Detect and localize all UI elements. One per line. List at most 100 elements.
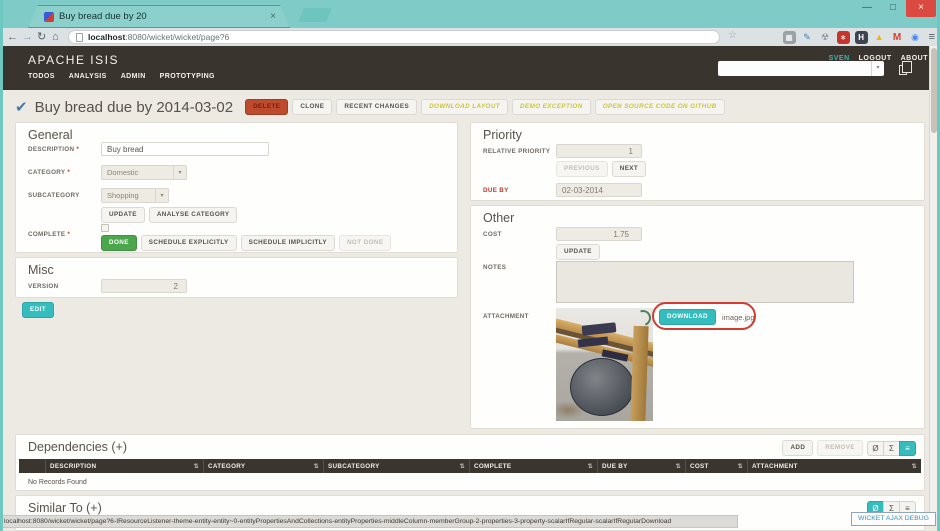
browser-menu-icon[interactable]: ≡ [929,31,935,43]
minimize-button[interactable]: — [854,0,880,17]
favicon-icon [44,12,54,22]
subcategory-select[interactable]: Shopping ▾ [101,188,169,203]
home-icon[interactable]: ⌂ [52,30,59,44]
description-label: DESCRIPTION* [28,146,79,153]
dependencies-toolbar: ADD REMOVE Ø Σ ≡ [782,440,916,456]
attachment-download-row: DOWNLOAD image.jpg [659,309,755,325]
misc-card: Misc VERSION [15,257,458,298]
table-view-icon[interactable]: ≡ [899,441,916,456]
description-field[interactable] [101,142,269,156]
url-bar[interactable]: localhost:8080/wicket/wicket/page?6 [68,30,720,44]
complete-label: COMPLETE* [28,231,70,238]
chevron-down-icon: ▾ [871,61,884,76]
subcategory-label: SUBCATEGORY [28,192,80,199]
main-menu: TODOS ANALYSIS ADMIN PROTOTYPING [28,73,215,80]
page-title: Buy bread due by 2014-03-02 [35,99,233,116]
back-icon[interactable]: ← [7,30,18,44]
previous-button: PREVIOUS [556,161,608,177]
github-source-button[interactable]: OPEN SOURCE CODE ON GITHUB [595,99,725,115]
next-button[interactable]: NEXT [612,161,646,177]
not-done-button: NOT DONE [339,235,391,251]
column-description[interactable]: DESCRIPTION⇅ [45,459,203,473]
edit-button[interactable]: EDIT [22,302,54,318]
menu-todos[interactable]: TODOS [28,73,55,80]
extensions-row: ▦ ✎ ☢ ∗ H ▲ M ◉ ≡ [783,30,935,44]
extension-h-icon[interactable]: H [855,31,868,44]
url-path: :8080/wicket/wicket/page?6 [125,32,229,42]
column-attachment[interactable]: ATTACHMENT⇅ [747,459,921,473]
category-select[interactable]: Domestic ▾ [101,165,187,180]
update-cost-button[interactable]: UPDATE [556,244,600,260]
update-category-button[interactable]: UPDATE [101,207,145,223]
dependencies-card: Dependencies (+) ADD REMOVE Ø Σ ≡ DESCRI… [15,434,925,491]
dependencies-title: Dependencies (+) [28,440,127,454]
column-subcategory[interactable]: SUBCATEGORY⇅ [323,459,469,473]
due-by-label: DUE BY [483,187,509,194]
other-title: Other [483,211,514,225]
sort-icon: ⇅ [585,463,593,470]
notes-textarea[interactable] [556,261,854,303]
scrollbar[interactable] [929,46,937,515]
priority-card: Priority RELATIVE PRIORITY PREVIOUS NEXT… [470,122,925,201]
view-toggle-group: Ø Σ ≡ [867,441,916,456]
extension-grid-icon[interactable]: ▦ [783,31,796,44]
schedule-implicitly-button[interactable]: SCHEDULE IMPLICITLY [241,235,335,251]
attachment-label: ATTACHMENT [483,313,529,320]
column-cost[interactable]: COST⇅ [685,459,747,473]
analyse-category-button[interactable]: ANALYSE CATEGORY [149,207,238,223]
attachment-filename: image.jpg [722,313,755,322]
browser-titlebar: Buy bread due by 20 × — □ × [0,0,940,28]
priority-title: Priority [483,128,522,142]
done-button[interactable]: DONE [101,235,137,251]
new-tab-button[interactable] [298,8,332,22]
download-layout-button[interactable]: DOWNLOAD LAYOUT [421,99,508,115]
extension-cast-icon[interactable]: ◉ [909,31,922,44]
sort-icon: ⇅ [311,463,319,470]
copy-icon[interactable] [899,65,907,75]
bookmark-star-icon[interactable]: ☆ [728,30,737,41]
cost-field [556,227,642,241]
complete-checkbox[interactable] [101,224,109,232]
app-header: APACHE ISIS SVEN LOGOUT ABOUT TODOS ANAL… [0,46,940,90]
menu-admin[interactable]: ADMIN [121,73,146,80]
close-button[interactable]: × [906,0,936,17]
category-actions: UPDATE ANALYSE CATEGORY [101,207,237,223]
extension-feather-icon[interactable]: ✎ [801,31,814,44]
extension-red-icon[interactable]: ∗ [837,31,850,44]
column-complete[interactable]: COMPLETE⇅ [469,459,597,473]
other-card: Other COST UPDATE NOTES ATTACHMENT DOWNL… [470,205,925,429]
restore-button[interactable]: □ [880,0,906,17]
select-column-header [19,459,45,473]
hide-view-icon[interactable]: Ø [867,441,884,456]
relative-priority-label: RELATIVE PRIORITY [483,148,550,155]
sort-icon: ⇅ [673,463,681,470]
menu-analysis[interactable]: ANALYSIS [69,73,107,80]
header-search-select[interactable]: ▾ [718,61,884,76]
tab-close-icon[interactable]: × [270,12,276,22]
extension-drive-icon[interactable]: ▲ [873,31,886,44]
menu-prototyping[interactable]: PROTOTYPING [160,73,215,80]
empty-table-message: No Records Found [28,479,87,486]
extension-antenna-icon[interactable]: ☢ [819,31,832,44]
browser-tab[interactable]: Buy bread due by 20 × [28,5,290,28]
reload-icon[interactable]: ↻ [37,30,46,44]
app-brand: APACHE ISIS [28,53,119,67]
add-button[interactable]: ADD [782,440,813,456]
recent-changes-button[interactable]: RECENT CHANGES [336,99,417,115]
sort-icon: ⇅ [457,463,465,470]
summary-view-icon[interactable]: Σ [883,441,900,456]
schedule-explicitly-button[interactable]: SCHEDULE EXPLICITLY [141,235,237,251]
extension-gmail-icon[interactable]: M [891,31,904,44]
column-due-by[interactable]: DUE BY⇅ [597,459,685,473]
wicket-ajax-debug-link[interactable]: WICKET AJAX DEBUG [851,512,936,526]
forward-icon[interactable]: → [22,30,33,44]
column-category[interactable]: CATEGORY⇅ [203,459,323,473]
download-button[interactable]: DOWNLOAD [659,309,716,325]
delete-button[interactable]: DELETE [245,99,288,115]
chevron-down-icon: ▾ [155,189,168,202]
due-by-field[interactable] [556,183,642,197]
clone-button[interactable]: CLONE [292,99,332,115]
demo-exception-button[interactable]: DEMO EXCEPTION [512,99,591,115]
complete-actions: DONE SCHEDULE EXPLICITLY SCHEDULE IMPLIC… [101,235,391,251]
remove-button: REMOVE [817,440,863,456]
